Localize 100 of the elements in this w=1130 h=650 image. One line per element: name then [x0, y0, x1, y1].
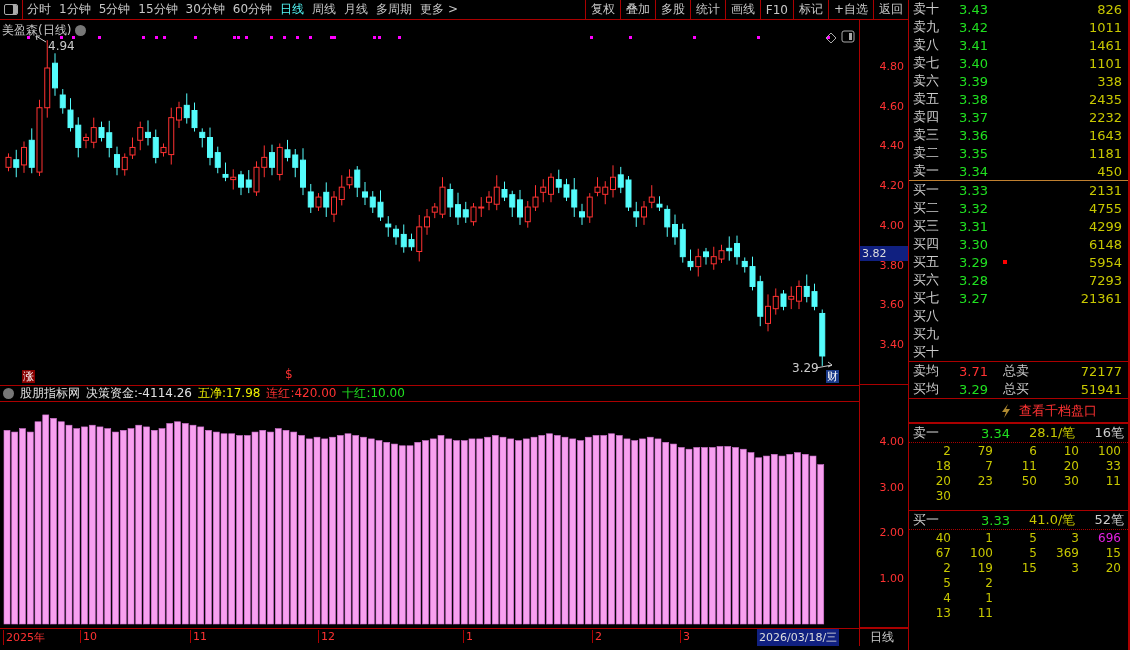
queue-order: 100	[969, 546, 994, 561]
queue-order: 30	[1062, 474, 1080, 489]
level-volume: 4299	[1088, 218, 1122, 234]
queue-order: 30	[934, 489, 952, 504]
queue-average: 41.0/笔	[1029, 511, 1077, 529]
current-price-tag: 3.82	[860, 246, 908, 261]
level-label: 买一	[913, 181, 940, 199]
toolbar-button[interactable]: 标记	[792, 0, 828, 19]
period-tab[interactable]: 月线	[340, 0, 373, 19]
period-tab[interactable]: 日线	[276, 0, 309, 19]
depth-link[interactable]: 查看千档盘口	[1019, 401, 1097, 420]
toolbar-button[interactable]: F10	[759, 0, 793, 19]
period-tab[interactable]: 30分钟	[181, 0, 229, 19]
level-price: 3.38	[959, 91, 989, 107]
level-label: 卖五	[913, 90, 940, 108]
time-label: 2	[592, 630, 602, 643]
price-tick: 4.40	[879, 139, 904, 153]
level-label: 买十	[913, 343, 940, 361]
dropdown-icon[interactable]	[75, 25, 87, 36]
indicator-tick: 2.00	[879, 526, 904, 540]
queue-order: 369	[1055, 546, 1080, 561]
level-price: 3.43	[959, 1, 989, 17]
diamond-icon[interactable]	[825, 32, 837, 44]
panel-toggle-icon[interactable]	[841, 30, 855, 43]
queue-price: 3.34	[981, 425, 1011, 441]
queue-price: 3.33	[981, 512, 1011, 528]
high-price-label: 4.94	[48, 39, 75, 53]
level-label: 买五	[913, 253, 940, 271]
indicator-value: 决策资金:-4114.26	[86, 385, 192, 402]
finance-badge[interactable]: 财	[826, 370, 839, 383]
time-label: 1	[463, 630, 473, 643]
level-price: 3.40	[959, 55, 989, 71]
indicator-value: 五净:17.98	[198, 385, 261, 402]
time-label: 10	[80, 630, 97, 643]
current-date-label: 2026/03/18/三	[757, 629, 840, 646]
indicator-value: 十红:10.00	[342, 385, 405, 402]
queue-count: 16笔	[1094, 424, 1124, 442]
average-label: 买均	[913, 380, 940, 398]
level-price: 3.37	[959, 109, 989, 125]
toolbar-button[interactable]: 多股	[654, 0, 690, 19]
queue-order: 15	[1020, 561, 1038, 576]
queue-average: 28.1/笔	[1029, 424, 1077, 442]
lightning-icon	[1001, 403, 1011, 418]
period-tab[interactable]: 15分钟	[134, 0, 182, 19]
level-label: 卖三	[913, 126, 940, 144]
level-label: 买三	[913, 217, 940, 235]
queue-label: 卖一	[913, 424, 940, 442]
average-price: 3.29	[959, 381, 989, 397]
queue-order: 18	[934, 459, 952, 474]
period-tab[interactable]: 多周期	[372, 0, 417, 19]
period-tab[interactable]: 60分钟	[228, 0, 277, 19]
queue-order: 40	[934, 531, 952, 546]
level-volume: 1011	[1088, 19, 1122, 35]
toolbar-button[interactable]: 叠加	[619, 0, 655, 19]
time-label: 3	[680, 630, 690, 643]
queue-order: 50	[1020, 474, 1038, 489]
level-label: 卖八	[913, 36, 940, 54]
queue-order: 19	[976, 561, 994, 576]
indicator-tick: 3.00	[879, 480, 904, 494]
average-label: 卖均	[913, 362, 940, 380]
level-label: 买九	[913, 325, 940, 343]
toolbar-button[interactable]: +自选	[827, 0, 873, 19]
level-label: 买四	[913, 235, 940, 253]
level-label: 卖六	[913, 72, 940, 90]
queue-order: 11	[976, 606, 994, 621]
level-volume: 1643	[1088, 127, 1122, 143]
queue-order: 20	[1104, 561, 1122, 576]
toolbar-button[interactable]: 统计	[689, 0, 725, 19]
queue-order: 10	[1062, 444, 1080, 459]
time-label: 12	[318, 630, 335, 643]
toolbar-button[interactable]: 返回	[873, 0, 908, 19]
queue-order: 23	[976, 474, 994, 489]
total-volume: 72177	[1080, 363, 1122, 379]
price-tick: 3.40	[879, 337, 904, 351]
level-price: 3.41	[959, 37, 989, 53]
toolbar-button[interactable]: 画线	[724, 0, 760, 19]
level-volume: 7293	[1088, 272, 1122, 288]
period-tab[interactable]: 更多 >	[416, 0, 462, 19]
queue-order: 2	[942, 444, 952, 459]
total-label: 总买	[1003, 380, 1029, 398]
level-volume: 338	[1097, 73, 1122, 89]
queue-order: 20	[934, 474, 952, 489]
dollar-mark: $	[285, 367, 293, 381]
period-tab[interactable]: 周线	[308, 0, 341, 19]
level-volume: 2232	[1088, 109, 1122, 125]
level-price: 3.31	[959, 218, 989, 234]
period-tab[interactable]: 5分钟	[94, 0, 135, 19]
queue-order: 5	[1028, 531, 1038, 546]
toolbar-button[interactable]: 复权	[584, 0, 620, 19]
level-volume: 2131	[1088, 182, 1122, 198]
indicator-tick: 4.00	[879, 435, 904, 448]
level-label: 买八	[913, 307, 940, 325]
period-tab[interactable]: 1分钟	[55, 0, 95, 19]
period-tab[interactable]: 分时	[23, 0, 55, 19]
queue-order: 4	[942, 591, 952, 606]
low-price-label: 3.29	[792, 361, 819, 375]
level-volume: 4755	[1088, 200, 1122, 216]
level-volume: 826	[1097, 1, 1122, 17]
dropdown-icon[interactable]	[3, 388, 14, 399]
queue-order: 11	[1104, 474, 1122, 489]
